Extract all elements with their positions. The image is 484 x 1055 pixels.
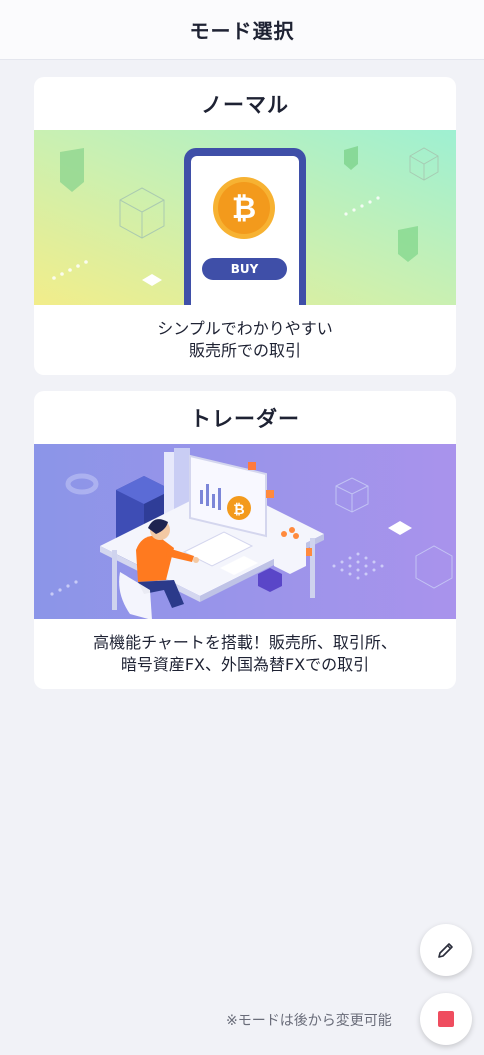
edit-button[interactable] — [420, 924, 472, 976]
mode-description-trader: 高機能チャートを搭載！販売所、取引所、 暗号資産FX、外国為替FXでの取引 — [34, 619, 456, 689]
pencil-icon — [438, 943, 453, 958]
description-line: 販売所での取引 — [188, 341, 301, 360]
description-line: 暗号資産FX、外国為替FXでの取引 — [120, 655, 370, 674]
normal-mode-illustration: ₿ BUY — [34, 130, 456, 305]
svg-text:₿: ₿ — [233, 502, 244, 518]
header: モード選択 — [0, 0, 484, 60]
mode-card-normal[interactable]: ノーマル ₿ BUY シンプルでわかりやすい 販売所での取引 — [34, 77, 456, 375]
mode-card-trader[interactable]: トレーダー ₿ 高機能チャートを搭載！販売所、取引所、 暗号資産FX、外国為替F… — [34, 391, 456, 689]
description-line: シンプルでわかりやすい — [157, 319, 333, 338]
stop-square-icon — [438, 1011, 454, 1027]
mode-change-note: ※モードは後から変更可能 — [226, 1013, 392, 1029]
mode-description-normal: シンプルでわかりやすい 販売所での取引 — [34, 305, 456, 375]
buy-button-label: BUY — [230, 262, 259, 276]
page-title: モード選択 — [189, 19, 295, 43]
trader-mode-illustration: ₿ — [34, 444, 456, 619]
mode-title-normal: ノーマル — [201, 92, 289, 117]
mode-title-trader: トレーダー — [190, 406, 300, 431]
description-line: 高機能チャートを搭載！販売所、取引所、 — [93, 633, 397, 652]
stop-recording-button[interactable] — [420, 993, 472, 1045]
svg-text:₿: ₿ — [232, 191, 256, 226]
